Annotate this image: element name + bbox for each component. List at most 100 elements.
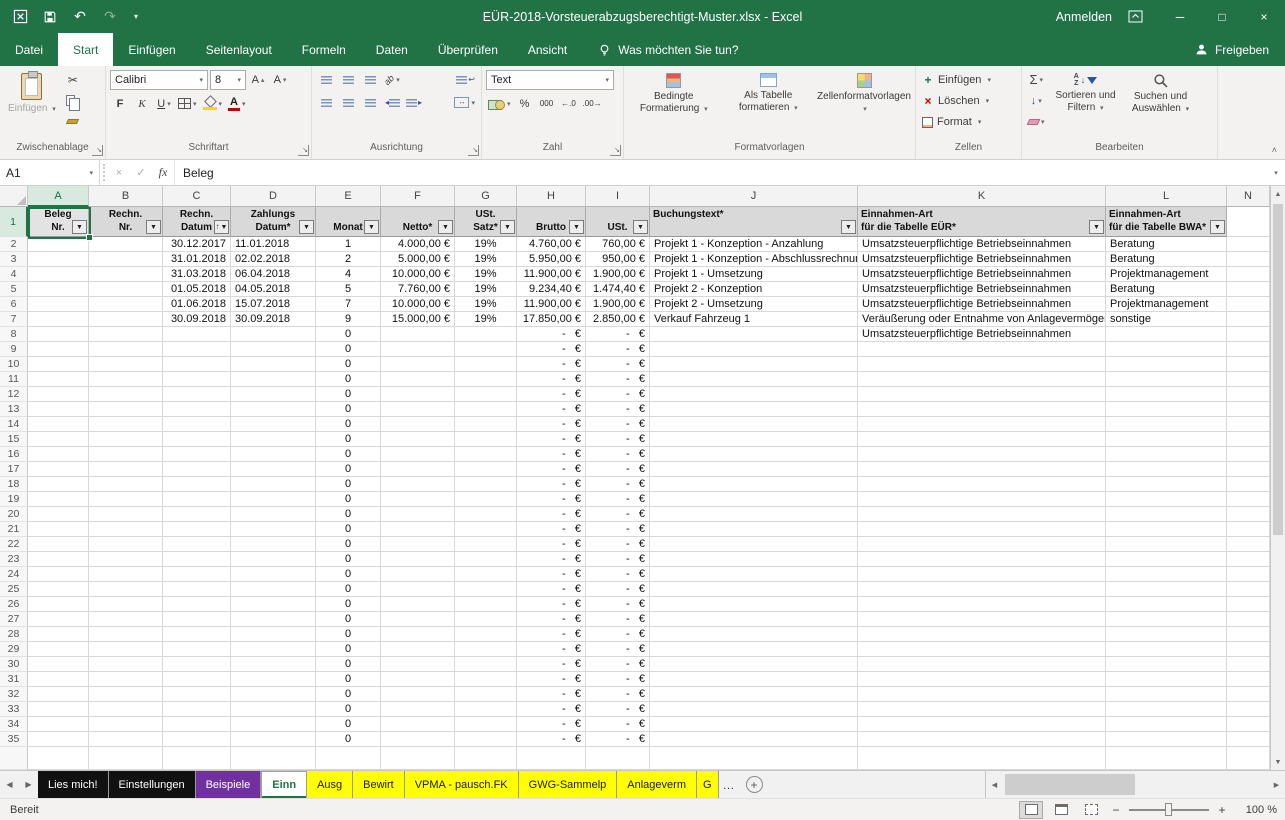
cell-B6[interactable]: [89, 297, 163, 312]
cell-H24[interactable]: - €: [517, 567, 586, 582]
filter-button-B[interactable]: ▼: [146, 220, 161, 234]
cell-A31[interactable]: [28, 672, 89, 687]
formula-content[interactable]: Beleg: [174, 160, 1267, 185]
cell-N14[interactable]: [1227, 417, 1270, 432]
cell-B17[interactable]: [89, 462, 163, 477]
cell-A7[interactable]: [28, 312, 89, 327]
cell-J19[interactable]: [650, 492, 858, 507]
cell-L5[interactable]: Beratung: [1106, 282, 1227, 297]
cell-A11[interactable]: [28, 372, 89, 387]
cell-C14[interactable]: [163, 417, 231, 432]
number-dialog-launcher[interactable]: ↘: [610, 145, 621, 156]
cell-C33[interactable]: [163, 702, 231, 717]
cell-F20[interactable]: [381, 507, 455, 522]
accounting-format-button[interactable]: ▾: [486, 94, 513, 113]
cell-A32[interactable]: [28, 687, 89, 702]
cell-F30[interactable]: [381, 657, 455, 672]
vertical-scroll-thumb[interactable]: [1273, 204, 1283, 535]
cell-H15[interactable]: - €: [517, 432, 586, 447]
cell-G12[interactable]: [455, 387, 517, 402]
cell-A19[interactable]: [28, 492, 89, 507]
cell-K13[interactable]: [858, 402, 1106, 417]
cell-I21[interactable]: - €: [586, 522, 650, 537]
zoom-level[interactable]: 100 %: [1235, 804, 1277, 816]
cell-I3[interactable]: 950,00 €: [586, 252, 650, 267]
cell-D30[interactable]: [231, 657, 316, 672]
filter-button-D[interactable]: ▼: [299, 220, 314, 234]
cell-L9[interactable]: [1106, 342, 1227, 357]
cell-C1[interactable]: Rechn.Datum↑▼: [163, 207, 231, 237]
cell-N27[interactable]: [1227, 612, 1270, 627]
cell-H33[interactable]: - €: [517, 702, 586, 717]
cell-N16[interactable]: [1227, 447, 1270, 462]
cell-L11[interactable]: [1106, 372, 1227, 387]
cell-N31[interactable]: [1227, 672, 1270, 687]
column-header-L[interactable]: L: [1106, 186, 1227, 207]
column-header-E[interactable]: E: [316, 186, 381, 207]
cell-G29[interactable]: [455, 642, 517, 657]
cell-D32[interactable]: [231, 687, 316, 702]
cell-J33[interactable]: [650, 702, 858, 717]
orientation-button[interactable]: ab▾: [382, 70, 402, 89]
cell-B34[interactable]: [89, 717, 163, 732]
sheet-nav-right-button[interactable]: ▶: [19, 771, 38, 798]
cell-D21[interactable]: [231, 522, 316, 537]
cell-G23[interactable]: [455, 552, 517, 567]
cell-C17[interactable]: [163, 462, 231, 477]
row-header-28[interactable]: 28: [0, 627, 28, 642]
cell-D20[interactable]: [231, 507, 316, 522]
align-center-button[interactable]: [338, 93, 358, 112]
align-right-button[interactable]: [360, 93, 380, 112]
save-button[interactable]: [40, 6, 60, 28]
tell-me-box[interactable]: Was möchten Sie tun?: [582, 33, 754, 66]
cell-I28[interactable]: - €: [586, 627, 650, 642]
cell-G33[interactable]: [455, 702, 517, 717]
cell-E4[interactable]: 4: [316, 267, 381, 282]
cell-B25[interactable]: [89, 582, 163, 597]
cell-L14[interactable]: [1106, 417, 1227, 432]
ribbon-tab--berpr-fen[interactable]: Überprüfen: [423, 33, 513, 66]
name-box[interactable]: A1 ▾: [0, 160, 100, 185]
cell-D24[interactable]: [231, 567, 316, 582]
cell-B12[interactable]: [89, 387, 163, 402]
cell-F32[interactable]: [381, 687, 455, 702]
column-header-C[interactable]: C: [163, 186, 231, 207]
cell-L35[interactable]: [1106, 732, 1227, 747]
redo-button[interactable]: ↷: [100, 6, 120, 28]
cell-A18[interactable]: [28, 477, 89, 492]
cell-I32[interactable]: - €: [586, 687, 650, 702]
cell-E13[interactable]: 0: [316, 402, 381, 417]
format-cells-button[interactable]: Format▾: [920, 112, 1017, 132]
cell-A15[interactable]: [28, 432, 89, 447]
cell-I4[interactable]: 1.900,00 €: [586, 267, 650, 282]
cell-J5[interactable]: Projekt 2 - Konzeption: [650, 282, 858, 297]
cell-N23[interactable]: [1227, 552, 1270, 567]
cell-J21[interactable]: [650, 522, 858, 537]
paste-button[interactable]: Einfügen ▾: [4, 70, 60, 142]
cell-C31[interactable]: [163, 672, 231, 687]
cell-B7[interactable]: [89, 312, 163, 327]
cell-G31[interactable]: [455, 672, 517, 687]
cell-F28[interactable]: [381, 627, 455, 642]
autosum-button[interactable]: Σ▾: [1026, 70, 1047, 89]
row-header-29[interactable]: 29: [0, 642, 28, 657]
cell-F17[interactable]: [381, 462, 455, 477]
cell-B15[interactable]: [89, 432, 163, 447]
cell-K11[interactable]: [858, 372, 1106, 387]
column-header-B[interactable]: B: [89, 186, 163, 207]
cell-N30[interactable]: [1227, 657, 1270, 672]
cell-A16[interactable]: [28, 447, 89, 462]
cell-C32[interactable]: [163, 687, 231, 702]
cell-J10[interactable]: [650, 357, 858, 372]
row-header-2[interactable]: 2: [0, 237, 28, 252]
cell-N1[interactable]: [1227, 207, 1270, 237]
row-header-7[interactable]: 7: [0, 312, 28, 327]
cell-F35[interactable]: [381, 732, 455, 747]
cell-F15[interactable]: [381, 432, 455, 447]
cell-N26[interactable]: [1227, 597, 1270, 612]
hscroll-left-button[interactable]: ◀: [986, 771, 1003, 798]
cell-E17[interactable]: 0: [316, 462, 381, 477]
zoom-slider-thumb[interactable]: [1165, 803, 1172, 816]
cell-C35[interactable]: [163, 732, 231, 747]
select-all-corner[interactable]: [0, 186, 28, 207]
